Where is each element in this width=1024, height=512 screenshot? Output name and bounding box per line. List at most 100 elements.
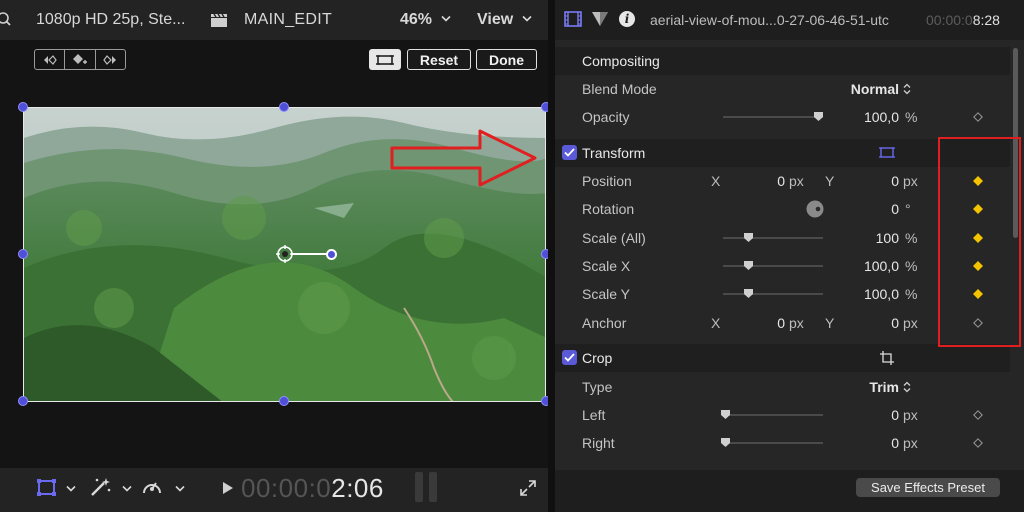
select-arrows-icon[interactable] (903, 381, 911, 393)
scale-y-value[interactable]: 100,0 (845, 286, 899, 302)
search-icon[interactable] (0, 11, 12, 29)
opacity-slider-thumb[interactable] (814, 112, 823, 121)
position-y-unit: px (903, 173, 918, 189)
position-x-unit: px (789, 173, 804, 189)
transform-mode-button[interactable] (369, 49, 401, 70)
add-keyframe-icon (72, 53, 87, 64)
crop-right-value[interactable]: 0 (855, 435, 899, 451)
crop-left-slider-thumb[interactable] (721, 410, 730, 419)
blend-mode-row: Blend Mode Normal (555, 75, 1010, 103)
select-arrows-icon[interactable] (903, 83, 911, 95)
chevron-down-icon (122, 485, 132, 492)
add-keyframe-button[interactable] (65, 50, 96, 69)
anchor-y-value[interactable]: 0 (869, 315, 899, 331)
view-menu[interactable]: View (477, 11, 513, 29)
opacity-row: Opacity 100,0 % (555, 103, 1010, 131)
rotation-dial-icon[interactable] (806, 200, 824, 218)
viewer-panel: 1080p HD 25p, Ste... MAIN_EDIT 46% View (0, 0, 551, 512)
previous-keyframe-button[interactable] (35, 50, 66, 69)
transform-onscreen-control-icon[interactable] (879, 146, 895, 159)
transform-handle[interactable] (279, 102, 289, 112)
crop-section-header[interactable]: Crop (555, 344, 1010, 372)
transform-handle[interactable] (279, 396, 289, 406)
position-y-axis: Y (825, 173, 835, 189)
timecode-display[interactable]: 00:00:02:06 (241, 473, 384, 504)
scale-y-slider[interactable] (723, 293, 823, 295)
keyframe-icon[interactable] (973, 438, 983, 448)
anchor-y-axis: Y (825, 315, 835, 331)
zoom-level-menu[interactable]: 46% (400, 11, 432, 29)
chevron-down-icon[interactable] (522, 15, 532, 23)
checkmark-icon (564, 148, 575, 157)
chevron-down-icon (66, 485, 76, 492)
play-icon[interactable] (223, 482, 233, 494)
crop-left-unit: px (903, 407, 918, 423)
crop-right-slider-thumb[interactable] (721, 438, 730, 447)
crop-left-row: Left 0 px (555, 401, 1010, 429)
next-keyframe-button[interactable] (96, 50, 125, 69)
format-label[interactable]: 1080p HD 25p, Ste... (36, 11, 185, 29)
scale-all-slider-thumb[interactable] (744, 233, 753, 242)
crop-type-select[interactable]: Trim (855, 379, 899, 395)
anchor-label: Anchor (582, 315, 627, 331)
scale-all-label: Scale (All) (582, 230, 646, 246)
scale-all-unit: % (905, 230, 918, 246)
done-button[interactable]: Done (476, 49, 537, 70)
crop-onscreen-control-icon[interactable] (880, 351, 894, 365)
color-inspector-icon[interactable] (591, 11, 609, 27)
timecode-dim: 00:00:0 (241, 473, 332, 503)
anchor-x-axis: X (711, 315, 721, 331)
transform-checkbox[interactable] (562, 145, 577, 160)
crop-left-label: Left (582, 407, 606, 423)
transform-title: Transform (582, 145, 646, 161)
position-y-value[interactable]: 0 (869, 173, 899, 189)
reset-button[interactable]: Reset (407, 49, 471, 70)
video-inspector-icon[interactable] (564, 11, 582, 27)
opacity-slider[interactable] (723, 116, 823, 118)
position-x-value[interactable]: 0 (755, 173, 785, 189)
save-effects-preset-button[interactable]: Save Effects Preset (856, 478, 1000, 497)
panel-divider[interactable] (548, 0, 555, 512)
annotation-arrow-icon (390, 129, 537, 187)
opacity-value[interactable]: 100,0 (845, 109, 899, 125)
transform-handle[interactable] (18, 396, 28, 406)
blend-mode-select[interactable]: Normal (837, 81, 899, 97)
scale-all-slider[interactable] (723, 237, 823, 239)
rotation-arm (292, 253, 328, 255)
scale-x-slider[interactable] (723, 265, 823, 267)
chevron-down-icon[interactable] (441, 15, 451, 23)
opacity-label: Opacity (582, 109, 630, 125)
crop-left-value[interactable]: 0 (855, 407, 899, 423)
info-inspector-icon[interactable]: i (619, 11, 635, 27)
compositing-section-header[interactable]: Compositing (555, 47, 1010, 75)
retime-menu[interactable] (141, 477, 187, 499)
anchor-x-value[interactable]: 0 (755, 315, 785, 331)
scale-y-slider-thumb[interactable] (744, 289, 753, 298)
crop-right-row: Right 0 px (555, 429, 1010, 457)
project-name[interactable]: MAIN_EDIT (244, 11, 332, 29)
annotation-highlight-box (938, 137, 1021, 347)
enhancements-menu[interactable] (88, 476, 134, 498)
scale-x-slider-thumb[interactable] (744, 261, 753, 270)
crop-left-slider[interactable] (723, 414, 823, 416)
blend-mode-label: Blend Mode (582, 81, 657, 97)
keyframe-icon[interactable] (973, 410, 983, 420)
transform-handle[interactable] (18, 102, 28, 112)
crop-right-slider[interactable] (723, 442, 823, 444)
checkmark-icon (564, 353, 575, 362)
scale-y-unit: % (905, 286, 918, 302)
rotation-value[interactable]: 0 (855, 201, 899, 217)
crop-checkbox[interactable] (562, 350, 577, 365)
transform-handle[interactable] (18, 249, 28, 259)
transform-tool-menu[interactable] (36, 478, 80, 498)
scale-y-label: Scale Y (582, 286, 630, 302)
scale-x-value[interactable]: 100,0 (845, 258, 899, 274)
position-x-axis: X (711, 173, 721, 189)
keyframe-icon[interactable] (973, 112, 983, 122)
rotation-handle[interactable] (326, 249, 337, 260)
crop-right-label: Right (582, 435, 615, 451)
scale-all-value[interactable]: 100 (855, 230, 899, 246)
crop-title: Crop (582, 350, 613, 366)
fullscreen-icon[interactable] (520, 480, 536, 496)
transform-frame-icon (376, 54, 394, 65)
